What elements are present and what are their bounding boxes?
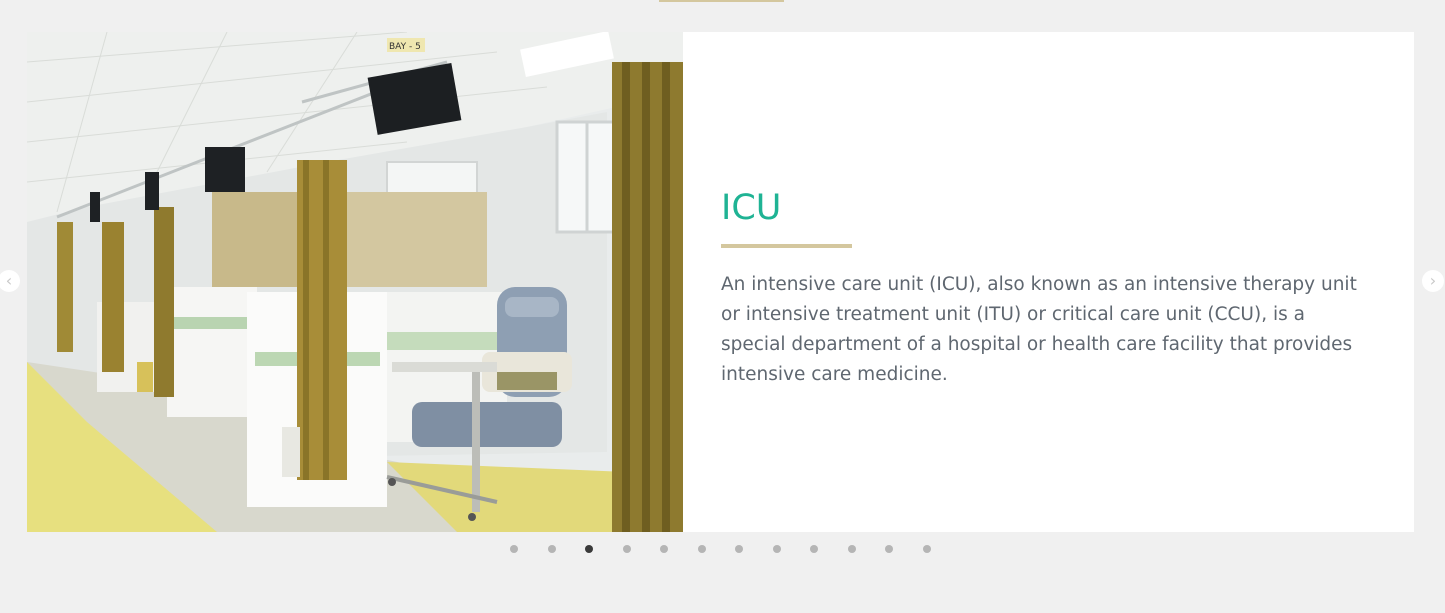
carousel-next-button[interactable]: › bbox=[1422, 270, 1444, 292]
carousel-dot[interactable] bbox=[885, 545, 893, 553]
chevron-left-icon: ‹ bbox=[5, 271, 13, 290]
carousel-dot[interactable] bbox=[585, 545, 593, 553]
carousel-slide: BAY - 5 ICU An intensive care unit (ICU)… bbox=[27, 32, 1414, 532]
carousel-dot[interactable] bbox=[735, 545, 743, 553]
carousel-dot[interactable] bbox=[697, 545, 706, 553]
carousel-dot[interactable] bbox=[660, 545, 668, 553]
icu-photo: BAY - 5 bbox=[27, 32, 683, 532]
top-accent-line bbox=[659, 0, 784, 2]
slide-text-panel: ICU An intensive care unit (ICU), also k… bbox=[683, 32, 1414, 532]
carousel-dot[interactable] bbox=[510, 545, 518, 553]
chevron-right-icon: › bbox=[1429, 271, 1437, 290]
carousel-dot[interactable] bbox=[622, 545, 631, 553]
carousel-prev-button[interactable]: ‹ bbox=[0, 270, 20, 292]
carousel-dot[interactable] bbox=[922, 545, 931, 553]
carousel-dot[interactable] bbox=[810, 545, 818, 553]
slide-title: ICU bbox=[721, 188, 782, 228]
carousel-dot[interactable] bbox=[547, 545, 556, 553]
slide-description: An intensive care unit (ICU), also known… bbox=[721, 274, 1357, 385]
title-underline bbox=[721, 244, 852, 248]
carousel-dot[interactable] bbox=[772, 545, 781, 553]
carousel-dot[interactable] bbox=[847, 545, 856, 553]
bay-sign-text: BAY - 5 bbox=[389, 42, 421, 52]
